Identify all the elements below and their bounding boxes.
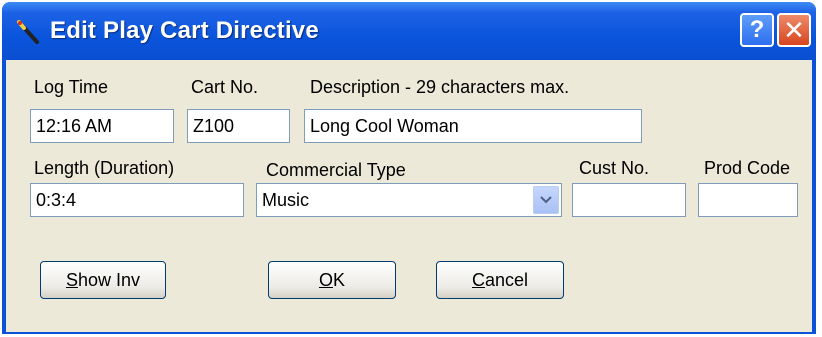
- ok-label: K: [333, 269, 346, 290]
- show-inv-button[interactable]: Show Inv: [40, 261, 166, 299]
- cart-no-label: Cart No.: [191, 77, 259, 97]
- chevron-down-icon[interactable]: [533, 186, 559, 214]
- cancel-label: ancel: [484, 269, 529, 290]
- cancel-mnemonic: C: [471, 269, 485, 290]
- commercial-type-label: Commercial Type: [266, 160, 406, 180]
- ok-button[interactable]: OK: [268, 261, 396, 299]
- close-button[interactable]: ✕: [777, 13, 811, 47]
- length-label: Length (Duration): [34, 158, 175, 178]
- help-button[interactable]: ?: [740, 13, 774, 47]
- show-inv-label: how Inv: [77, 269, 141, 290]
- description-label: Description - 29 characters max.: [310, 77, 570, 97]
- prod-code-input[interactable]: [698, 183, 798, 217]
- cust-no-label: Cust No.: [579, 158, 650, 178]
- close-icon: ✕: [783, 14, 805, 45]
- cancel-button[interactable]: Cancel: [436, 261, 564, 299]
- show-inv-mnemonic: S: [65, 269, 78, 290]
- cust-no-input[interactable]: [572, 183, 686, 217]
- log-time-input[interactable]: 12:16 AM: [30, 109, 174, 143]
- commercial-type-select[interactable]: Music: [256, 183, 562, 217]
- dialog-body: Log Time 12:16 AM Cart No. Z100 Descript…: [6, 60, 812, 332]
- length-input[interactable]: 0:3:4: [30, 183, 244, 217]
- window-title: Edit Play Cart Directive: [50, 17, 319, 44]
- wand-icon: [14, 18, 42, 46]
- ok-mnemonic: O: [318, 269, 333, 290]
- description-input[interactable]: Long Cool Woman: [304, 109, 642, 143]
- prod-code-label: Prod Code: [704, 158, 791, 178]
- cart-no-input[interactable]: Z100: [187, 109, 290, 143]
- help-icon: ?: [749, 16, 765, 43]
- log-time-label: Log Time: [34, 77, 109, 97]
- dialog-window: Edit Play Cart Directive ? ✕ Log Time 12…: [2, 2, 816, 334]
- title-bar[interactable]: Edit Play Cart Directive ? ✕: [2, 2, 816, 60]
- commercial-type-value: Music: [262, 190, 310, 210]
